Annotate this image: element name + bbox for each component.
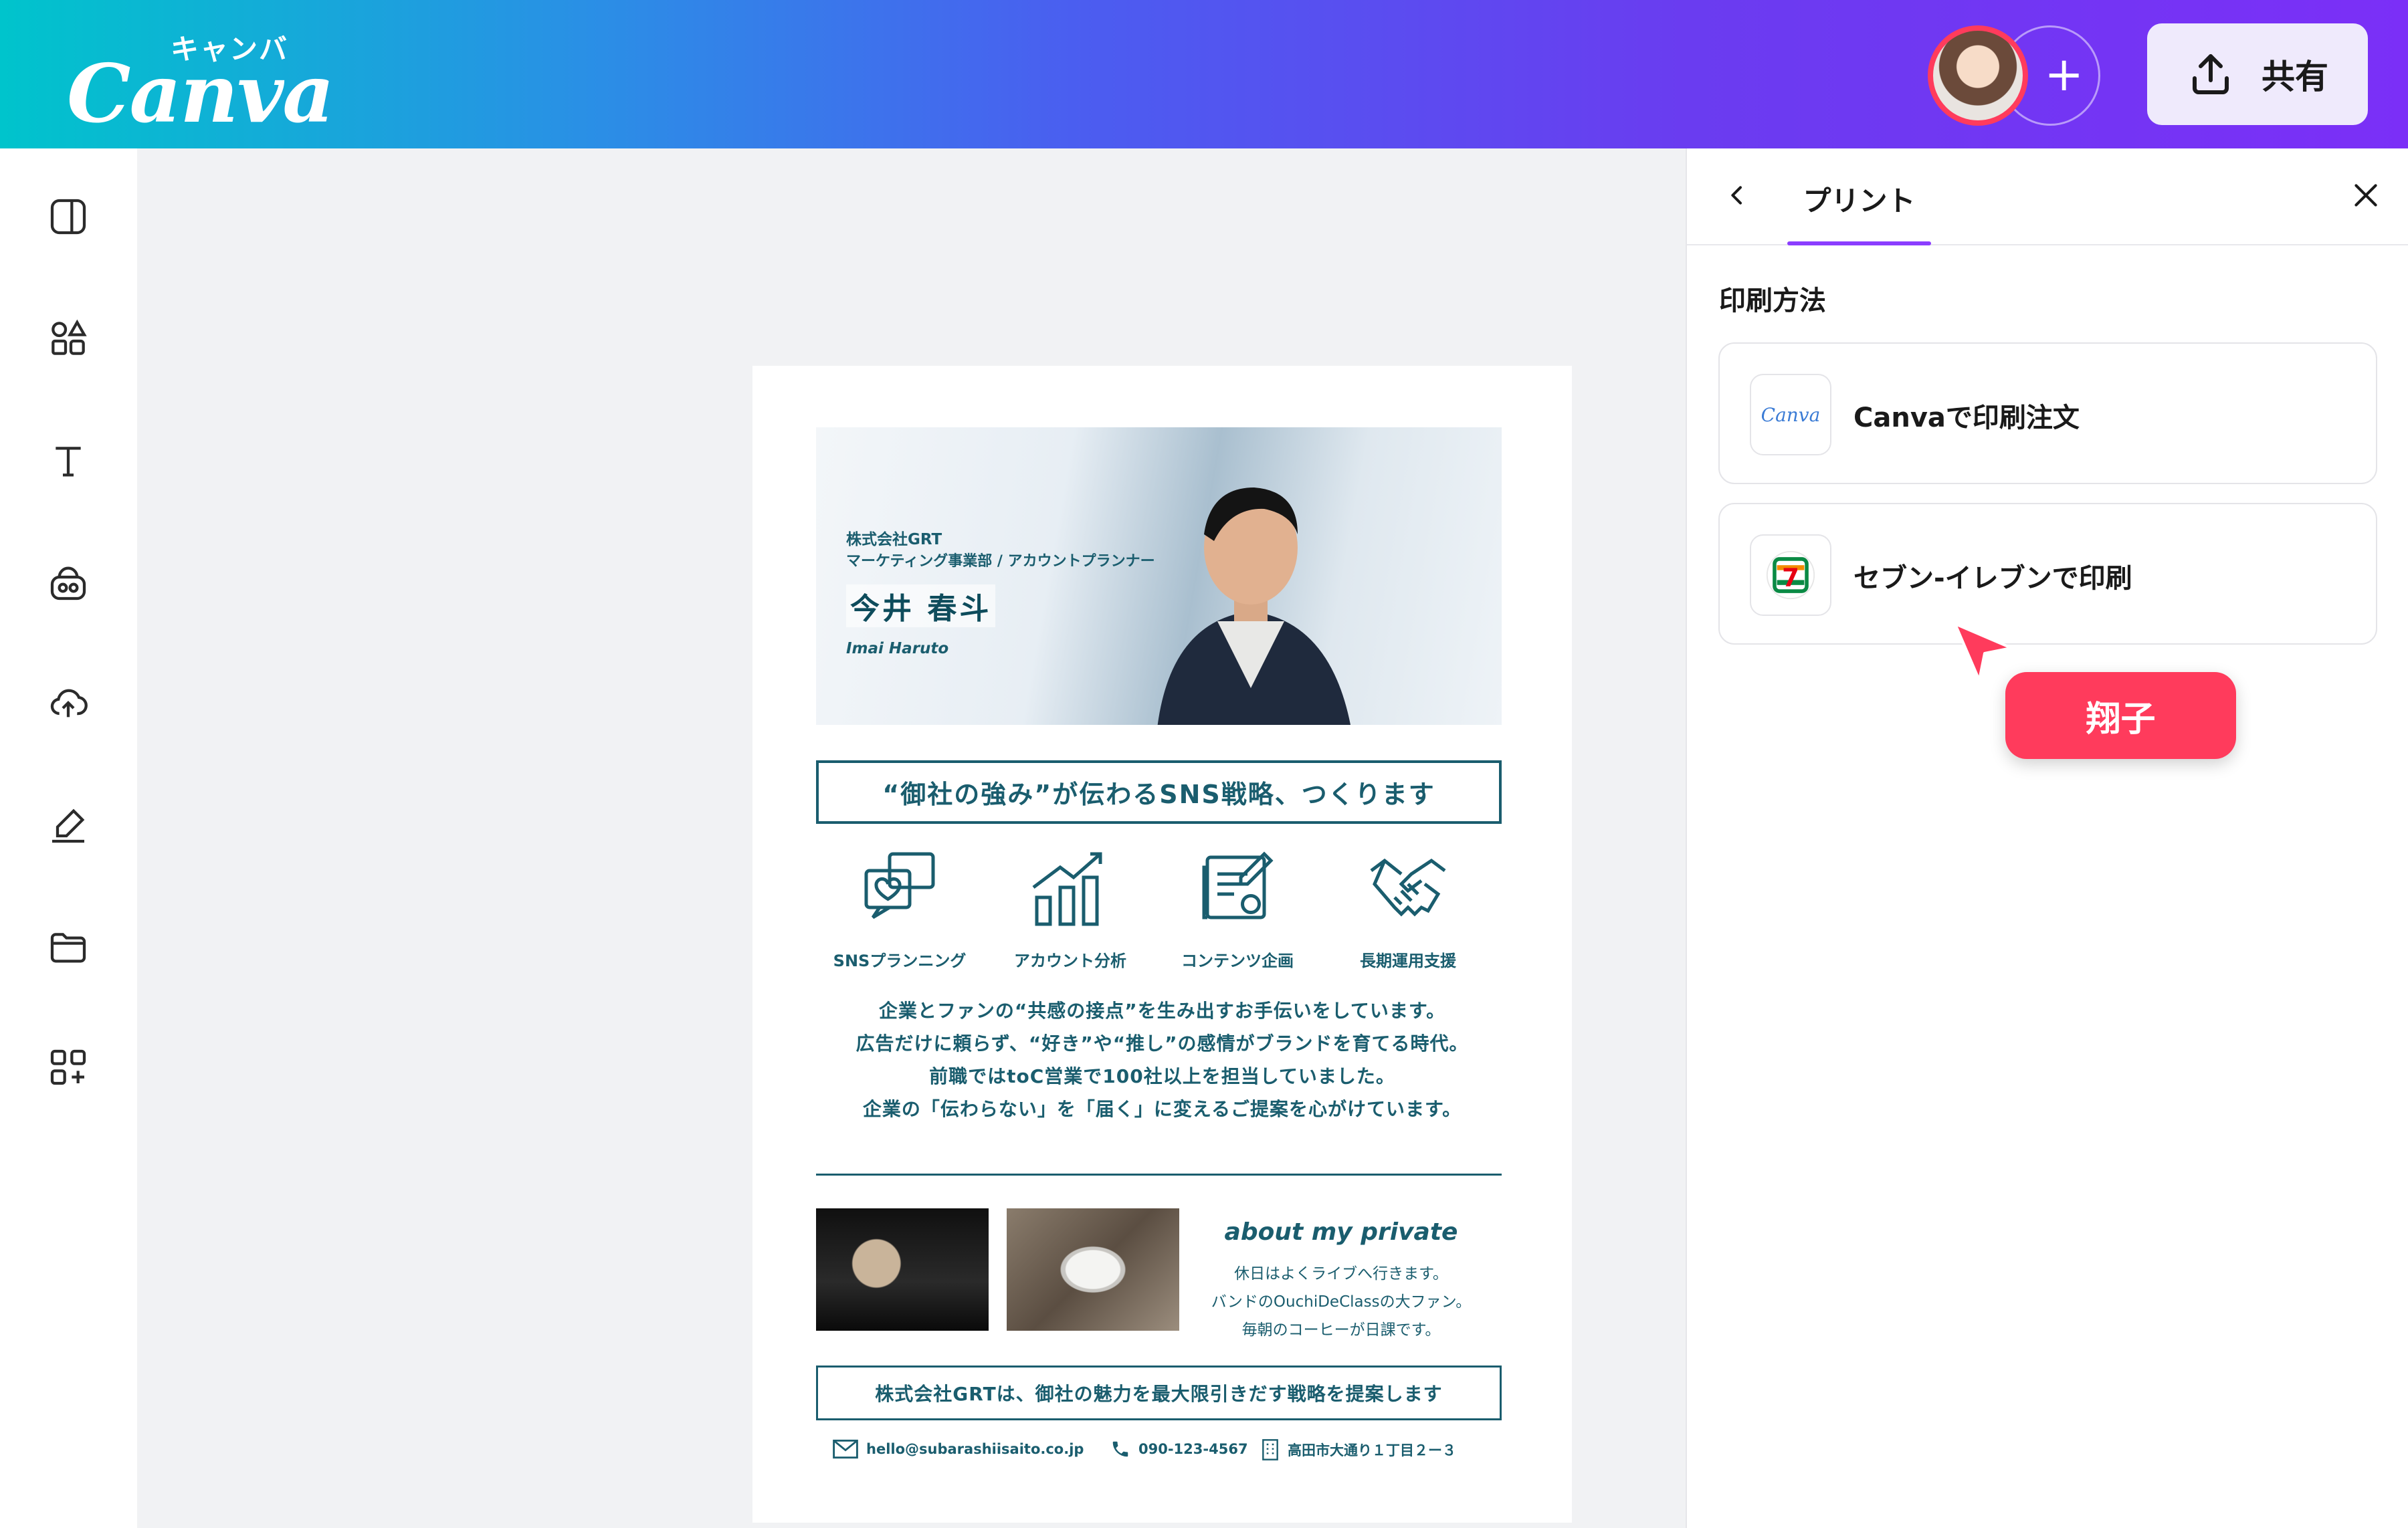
svg-text:7: 7	[1782, 564, 1799, 592]
service-label: SNSプランニング	[833, 952, 967, 970]
bar-chart-icon	[1032, 852, 1102, 926]
contact-row: hello@subarashiisaito.co.jp 090-123-4567…	[816, 1439, 1502, 1466]
hero-name: 今井 春斗	[846, 584, 996, 627]
upload-icon	[2193, 54, 2229, 94]
panel-header: プリント	[1687, 148, 2408, 245]
text-icon[interactable]	[47, 439, 90, 482]
closing-box[interactable]: 株式会社GRTは、御社の魅力を最大限引きだす戦略を提案します	[816, 1366, 1502, 1420]
collaborator-name-tag: 翔子	[2005, 672, 2236, 759]
section-divider	[816, 1174, 1502, 1176]
email-text: hello@subarashiisaito.co.jp	[866, 1441, 1084, 1457]
active-tab-indicator	[1787, 241, 1931, 245]
share-button[interactable]: 共有	[2147, 23, 2368, 125]
about-line: 毎朝のコーヒーが日課です。	[1241, 1321, 1441, 1339]
upload-cloud-icon[interactable]	[47, 681, 90, 724]
service-item[interactable]: コンテンツ企画	[1154, 847, 1321, 971]
hero-romaji: Imai Haruto	[846, 640, 949, 657]
closing-text: 株式会社GRTは、御社の魅力を最大限引きだす戦略を提案します	[875, 1383, 1443, 1405]
contact-address[interactable]: 高田市大通り１丁目２ー３	[1261, 1439, 1456, 1460]
close-icon[interactable]	[2349, 179, 2383, 212]
design-page[interactable]: 株式会社GRT マーケティング事業部 / アカウントプランナー 今井 春斗 Im…	[752, 366, 1572, 1523]
about-text[interactable]: 休日はよくライブへ行きます。 バンドのOuchiDeClassの大ファン。 毎朝…	[1194, 1260, 1488, 1344]
print-option-seven-eleven[interactable]: 7 セブン-イレブンで印刷	[1718, 503, 2377, 645]
address-text: 高田市大通り１丁目２ー３	[1288, 1442, 1456, 1458]
intro-text[interactable]: 企業とファンの“共感の接点”を生み出すお手伝いをしています。 広告だけに頼らず、…	[779, 994, 1545, 1125]
phone-text: 090-123-4567	[1138, 1441, 1248, 1457]
service-label: アカウント分析	[1014, 952, 1126, 970]
tagline-box[interactable]: “御社の強み”が伝わるSNS戦略、つくります	[816, 760, 1502, 824]
service-label: コンテンツ企画	[1181, 952, 1294, 970]
mail-icon	[833, 1439, 858, 1459]
projects-folder-icon[interactable]	[47, 925, 90, 968]
brand-icon[interactable]	[47, 561, 90, 604]
option-label: セブン-イレブンで印刷	[1853, 563, 2132, 594]
canvas-area: 株式会社GRT マーケティング事業部 / アカウントプランナー 今井 春斗 Im…	[137, 148, 1686, 1528]
hero-department: マーケティング事業部 / アカウントプランナー	[846, 553, 1155, 570]
canva-logo-icon: Canva	[1750, 374, 1831, 455]
collaborator-name: 翔子	[2086, 699, 2156, 740]
tab-print[interactable]: プリント	[1787, 179, 1931, 245]
top-bar: キャンバ Canva + 共有	[0, 0, 2408, 148]
service-item[interactable]: アカウント分析	[987, 847, 1154, 971]
coffee-photo[interactable]	[1007, 1208, 1179, 1331]
back-chevron-icon[interactable]	[1724, 182, 1750, 209]
person-photo-illustration	[1157, 487, 1350, 725]
service-item[interactable]: 長期運用支援	[1324, 847, 1492, 971]
intro-line: 企業とファンの“共感の接点”を生み出すお手伝いをしています。	[878, 1000, 1446, 1022]
option-label: Canvaで印刷注文	[1853, 403, 2080, 433]
planning-doc-icon	[1202, 851, 1274, 919]
elements-icon[interactable]	[47, 317, 90, 360]
collaborator-cursor-icon	[1954, 623, 2013, 681]
service-label: 長期運用支援	[1360, 952, 1456, 970]
contact-phone[interactable]: 090-123-4567	[1110, 1439, 1248, 1459]
intro-line: 企業の「伝わらない」を「届く」に変えるご提案を心がけています。	[862, 1098, 1462, 1120]
apps-icon[interactable]	[47, 1046, 90, 1089]
intro-line: 広告だけに頼らず、“好き”や“推し”の感情がブランドを育てる時代。	[856, 1032, 1469, 1055]
tagline-text: “御社の強み”が伝わるSNS戦略、つくります	[882, 780, 1435, 809]
building-icon	[1262, 1439, 1278, 1460]
print-panel: プリント 印刷方法 Canva Canvaで印刷注文 7 セブン-イレブンで印刷	[1686, 148, 2408, 1528]
phone-icon	[1112, 1441, 1128, 1457]
section-title: 印刷方法	[1719, 286, 1826, 316]
about-line: バンドのOuchiDeClassの大ファン。	[1211, 1293, 1472, 1311]
about-line: 休日はよくライブへ行きます。	[1234, 1265, 1448, 1283]
print-option-canva[interactable]: Canva Canvaで印刷注文	[1718, 342, 2377, 484]
concert-photo[interactable]	[816, 1208, 989, 1331]
handshake-icon	[1370, 858, 1446, 917]
draw-icon[interactable]	[47, 804, 90, 847]
left-sidebar	[0, 148, 137, 1528]
logo-word: Canva	[67, 47, 334, 141]
contact-email[interactable]: hello@subarashiisaito.co.jp	[833, 1439, 1084, 1459]
chat-heart-icon	[864, 852, 935, 919]
hero-company: 株式会社GRT	[846, 531, 942, 548]
share-label: 共有	[2262, 58, 2328, 96]
service-item[interactable]: SNSプランニング	[816, 847, 983, 971]
tab-print-label: プリント	[1803, 185, 1916, 217]
intro-line: 前職ではtoC営業で100社以上を担当していました。	[929, 1065, 1395, 1087]
about-title: about my private	[1224, 1218, 1458, 1246]
services-row: SNSプランニング アカウント分析 コンテンツ企画 長期運用支援	[816, 847, 1502, 981]
design-layout-icon[interactable]	[47, 195, 90, 238]
user-avatar[interactable]	[1928, 25, 2028, 126]
hero-photo[interactable]: 株式会社GRT マーケティング事業部 / アカウントプランナー 今井 春斗 Im…	[816, 427, 1502, 725]
seven-eleven-logo-icon: 7	[1750, 534, 1831, 616]
